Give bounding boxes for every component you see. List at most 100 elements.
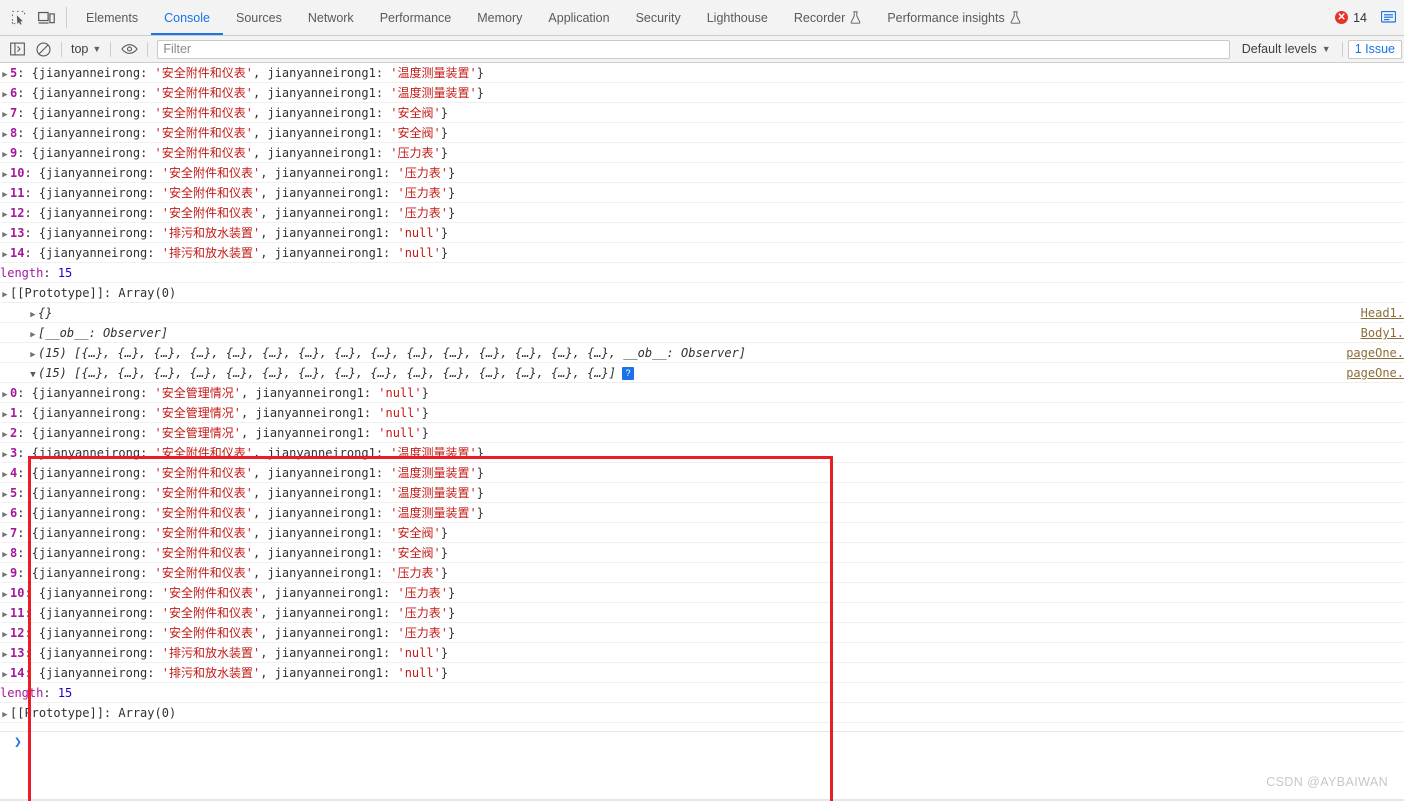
expand-arrow-icon[interactable]: ▶ xyxy=(0,525,10,545)
expand-arrow-icon[interactable]: ▶ xyxy=(0,165,10,185)
console-array-entry[interactable]: ▶ 1: {jianyanneirong: '安全管理情况', jianyanne… xyxy=(0,403,1404,423)
log-levels-selector[interactable]: Default levels ▼ xyxy=(1236,42,1337,56)
console-array-entry[interactable]: ▶ 12: {jianyanneirong: '安全附件和仪表', jianyan… xyxy=(0,203,1404,223)
expand-arrow-icon[interactable]: ▶ xyxy=(0,605,10,625)
console-output[interactable]: ▶ 5: {jianyanneirong: '安全附件和仪表', jianyann… xyxy=(0,63,1404,801)
execution-context-selector[interactable]: top ▼ xyxy=(67,42,105,56)
console-array-entry[interactable]: ▶ 0: {jianyanneirong: '安全管理情况', jianyanne… xyxy=(0,383,1404,403)
show-console-sidebar-icon[interactable] xyxy=(4,36,30,62)
expand-arrow-icon[interactable]: ▶ xyxy=(0,285,10,305)
expand-arrow-icon[interactable]: ▶ xyxy=(0,425,10,445)
source-link[interactable]: pageOne. xyxy=(1346,343,1404,363)
live-expression-icon[interactable] xyxy=(116,36,142,62)
expand-arrow-icon[interactable]: ▶ xyxy=(28,305,38,325)
collapsed-array-row[interactable]: ▶ (15) [{…}, {…}, {…}, {…}, {…}, {…}, {…}… xyxy=(0,343,1404,363)
expand-arrow-icon[interactable]: ▶ xyxy=(0,145,10,165)
tab-lighthouse[interactable]: Lighthouse xyxy=(694,0,781,35)
device-toolbar-icon[interactable] xyxy=(32,0,60,35)
tab-console[interactable]: Console xyxy=(151,0,223,35)
prototype-row[interactable]: ▶ [[Prototype]]: Array(0) xyxy=(0,283,1404,303)
expand-arrow-icon[interactable]: ▶ xyxy=(0,585,10,605)
console-array-entry[interactable]: ▶ 12: {jianyanneirong: '安全附件和仪表', jianyan… xyxy=(0,623,1404,643)
console-array-entry[interactable]: ▶ 7: {jianyanneirong: '安全附件和仪表', jianyann… xyxy=(0,103,1404,123)
expand-arrow-icon[interactable]: ▶ xyxy=(0,445,10,465)
expand-arrow-icon[interactable]: ▶ xyxy=(0,705,10,725)
expand-arrow-icon[interactable]: ▶ xyxy=(0,405,10,425)
tab-performance-insights[interactable]: Performance insights xyxy=(874,0,1033,35)
tab-network[interactable]: Network xyxy=(295,0,367,35)
console-array-entry[interactable]: ▶ 9: {jianyanneirong: '安全附件和仪表', jianyann… xyxy=(0,563,1404,583)
console-array-entry[interactable]: ▶ 11: {jianyanneirong: '安全附件和仪表', jianyan… xyxy=(0,603,1404,623)
expand-arrow-icon[interactable]: ▶ xyxy=(0,225,10,245)
console-array-entry[interactable]: ▶ 3: {jianyanneirong: '安全附件和仪表', jianyann… xyxy=(0,443,1404,463)
console-array-entry[interactable]: ▶ 14: {jianyanneirong: '排污和放水装置', jianyan… xyxy=(0,243,1404,263)
expand-arrow-icon[interactable]: ▶ xyxy=(28,345,38,365)
expand-arrow-icon[interactable]: ▶ xyxy=(0,185,10,205)
console-array-entry[interactable]: ▶ 5: {jianyanneirong: '安全附件和仪表', jianyann… xyxy=(0,483,1404,503)
entry-key-2: jianyanneirong1 xyxy=(267,466,376,480)
expand-arrow-icon[interactable]: ▶ xyxy=(0,665,10,685)
console-array-entry[interactable]: ▶ 2: {jianyanneirong: '安全管理情况', jianyanne… xyxy=(0,423,1404,443)
expand-arrow-icon[interactable]: ▶ xyxy=(0,65,10,85)
tab-performance[interactable]: Performance xyxy=(367,0,465,35)
source-link[interactable]: Body1. xyxy=(1361,323,1404,343)
info-badge-icon[interactable]: ? xyxy=(622,367,634,380)
console-array-entry[interactable]: ▶ 7: {jianyanneirong: '安全附件和仪表', jianyann… xyxy=(0,523,1404,543)
prototype-label: [[Prototype]]: Array(0) xyxy=(10,706,177,720)
console-array-entry[interactable]: ▶ 14: {jianyanneirong: '排污和放水装置', jianyan… xyxy=(0,663,1404,683)
clear-console-icon[interactable] xyxy=(30,36,56,62)
expand-arrow-icon[interactable]: ▶ xyxy=(0,85,10,105)
observer-array-row[interactable]: ▶ [__ob__: Observer] Body1. xyxy=(0,323,1404,343)
issues-button[interactable]: 1 Issue xyxy=(1347,39,1402,59)
expand-arrow-icon[interactable]: ▶ xyxy=(0,625,10,645)
expand-arrow-icon[interactable]: ▶ xyxy=(0,505,10,525)
console-array-entry[interactable]: ▶ 10: {jianyanneirong: '安全附件和仪表', jianyan… xyxy=(0,583,1404,603)
entry-colon: : { xyxy=(24,666,47,680)
console-array-entry[interactable]: ▶ 8: {jianyanneirong: '安全附件和仪表', jianyann… xyxy=(0,123,1404,143)
tab-recorder[interactable]: Recorder xyxy=(781,0,874,35)
tab-memory[interactable]: Memory xyxy=(464,0,535,35)
expand-arrow-icon[interactable]: ▶ xyxy=(0,105,10,125)
expand-arrow-icon[interactable]: ▶ xyxy=(0,485,10,505)
console-array-entry[interactable]: ▶ 11: {jianyanneirong: '安全附件和仪表', jianyan… xyxy=(0,183,1404,203)
console-array-entry[interactable]: ▶ 8: {jianyanneirong: '安全附件和仪表', jianyann… xyxy=(0,543,1404,563)
collapse-arrow-icon[interactable]: ▼ xyxy=(28,365,38,385)
messages-icon[interactable] xyxy=(1375,11,1402,24)
error-count-badge[interactable]: ✕ 14 xyxy=(1329,0,1375,36)
tab-elements[interactable]: Elements xyxy=(73,0,151,35)
console-filter-toolbar: top ▼ Filter Default levels ▼ 1 Issue xyxy=(0,36,1404,63)
console-array-entry[interactable]: ▶ 4: {jianyanneirong: '安全附件和仪表', jianyann… xyxy=(0,463,1404,483)
filter-input[interactable]: Filter xyxy=(157,39,1230,59)
console-array-entry[interactable]: ▶ 13: {jianyanneirong: '排污和放水装置', jianyan… xyxy=(0,223,1404,243)
tab-application[interactable]: Application xyxy=(535,0,622,35)
entry-sep-3: : xyxy=(375,446,391,460)
tab-sources[interactable]: Sources xyxy=(223,0,295,35)
expand-arrow-icon[interactable]: ▶ xyxy=(0,245,10,265)
entry-value-2: 'null' xyxy=(397,226,441,240)
console-array-entry[interactable]: ▶ 5: {jianyanneirong: '安全附件和仪表', jianyann… xyxy=(0,63,1404,83)
empty-object-row[interactable]: ▶{} Head1. xyxy=(0,303,1404,323)
console-array-entry[interactable]: ▶ 10: {jianyanneirong: '安全附件和仪表', jianyan… xyxy=(0,163,1404,183)
expand-arrow-icon[interactable]: ▶ xyxy=(0,385,10,405)
console-array-entry[interactable]: ▶ 9: {jianyanneirong: '安全附件和仪表', jianyann… xyxy=(0,143,1404,163)
entry-sep-1: : xyxy=(140,86,155,100)
tab-security[interactable]: Security xyxy=(623,0,694,35)
prototype-row[interactable]: ▶ [[Prototype]]: Array(0) xyxy=(0,703,1404,723)
source-link[interactable]: Head1. xyxy=(1361,303,1404,323)
expand-arrow-icon[interactable]: ▶ xyxy=(0,205,10,225)
expand-arrow-icon[interactable]: ▶ xyxy=(28,325,38,345)
inspect-element-icon[interactable] xyxy=(4,0,32,35)
entry-sep-3: : xyxy=(383,166,398,180)
expand-arrow-icon[interactable]: ▶ xyxy=(0,125,10,145)
console-prompt[interactable]: ❯ xyxy=(0,731,1404,753)
expand-arrow-icon[interactable]: ▶ xyxy=(0,565,10,585)
console-array-entry[interactable]: ▶ 6: {jianyanneirong: '安全附件和仪表', jianyann… xyxy=(0,503,1404,523)
console-array-entry[interactable]: ▶ 6: {jianyanneirong: '安全附件和仪表', jianyann… xyxy=(0,83,1404,103)
expand-arrow-icon[interactable]: ▶ xyxy=(0,465,10,485)
entry-colon: : { xyxy=(17,526,39,540)
source-link[interactable]: pageOne. xyxy=(1346,363,1404,383)
expand-arrow-icon[interactable]: ▶ xyxy=(0,545,10,565)
expand-arrow-icon[interactable]: ▶ xyxy=(0,645,10,665)
console-array-entry[interactable]: ▶ 13: {jianyanneirong: '排污和放水装置', jianyan… xyxy=(0,643,1404,663)
expanded-array-header[interactable]: ▼ (15) [{…}, {…}, {…}, {…}, {…}, {…}, {…}… xyxy=(0,363,1404,383)
